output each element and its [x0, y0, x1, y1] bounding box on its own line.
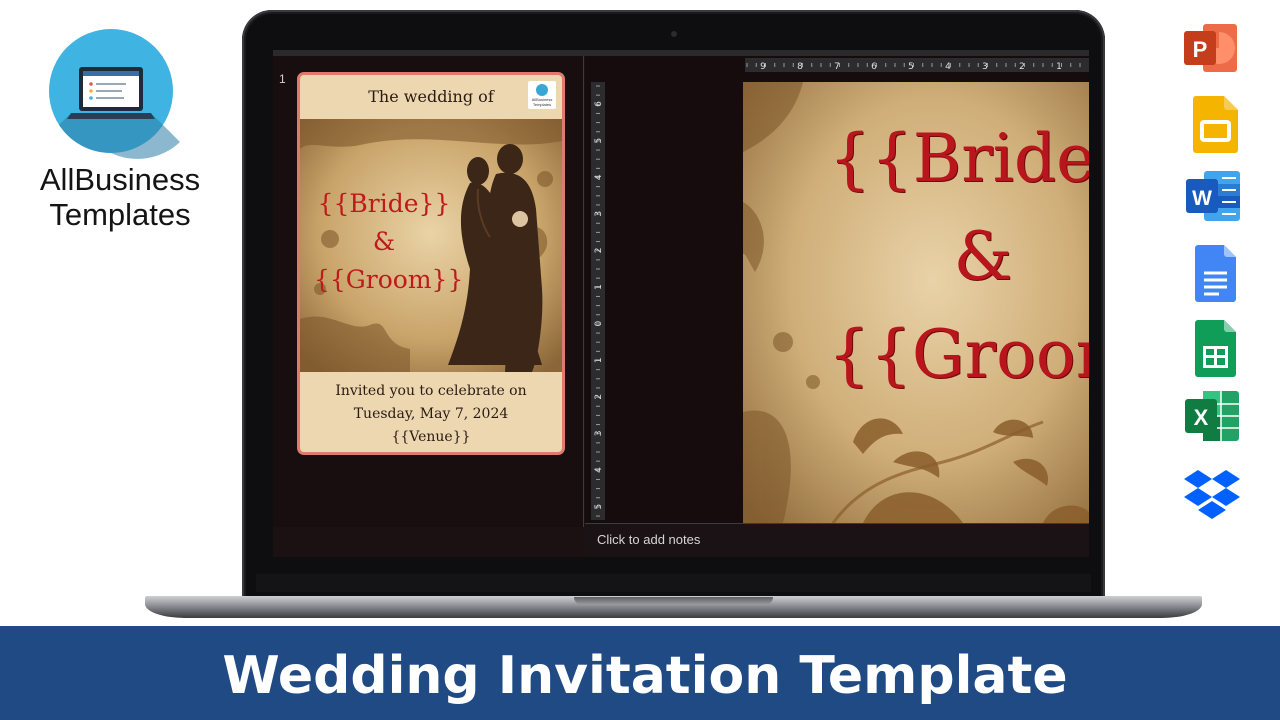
brand-name-line1: AllBusiness: [39, 162, 201, 197]
laptop-icon: [49, 29, 180, 159]
thumbnail-invite-venue: {{Venue}}: [391, 429, 471, 445]
ruler-v-label: 1: [594, 284, 604, 290]
slide-canvas[interactable]: {{Bride} & {{Groom: [743, 82, 1089, 523]
powerpoint-icon[interactable]: P: [1181, 18, 1241, 78]
slide-thumbnail[interactable]: The wedding of AllBusiness Templates {{B…: [297, 72, 565, 455]
word-letter: W: [1192, 187, 1212, 210]
ruler-v-label: 0: [594, 320, 604, 326]
laptop-bezel: [256, 574, 1091, 592]
badge-text: AllBusiness Templates: [531, 96, 553, 107]
ruler-v-label: 5: [594, 504, 604, 510]
excel-icon[interactable]: X: [1183, 386, 1243, 446]
ruler-h-label: 4: [945, 62, 951, 72]
thumbnail-ampersand: &: [372, 227, 396, 256]
allbusiness-badge: AllBusiness Templates: [528, 81, 556, 109]
dropbox-icon[interactable]: [1182, 466, 1242, 526]
ruler-v-label: 2: [594, 248, 604, 254]
ruler-v-label: 4: [594, 174, 604, 180]
laptop-screen: 1 The wedding of AllBusiness Templates {…: [273, 50, 1089, 557]
ruler-h-label: 3: [982, 62, 988, 72]
ruler-h-label: 7: [834, 62, 840, 72]
canvas-ampersand: &: [953, 218, 1013, 295]
brand-name-line2: Templates: [49, 197, 191, 232]
ruler-v-label: 3: [594, 211, 604, 217]
ruler-v-label: 1: [594, 357, 604, 363]
excel-letter: X: [1194, 405, 1209, 430]
canvas-groom: {{Groom: [827, 316, 1089, 393]
badge-logo-icon: [536, 83, 548, 96]
canvas-bride: {{Bride}: [828, 120, 1089, 197]
thumbnail-title: The wedding of: [368, 87, 494, 106]
ruler-v-label: 5: [594, 138, 604, 144]
thumbnail-invite-date: Tuesday, May 7, 2024: [353, 406, 509, 422]
canvas-couple-names[interactable]: {{Bride} & {{Groom: [773, 110, 1089, 404]
notes-pane[interactable]: Click to add notes: [585, 523, 1089, 555]
brand-name: AllBusiness Templates: [16, 162, 224, 232]
ruler-h-label: 6: [871, 62, 877, 72]
camera-icon: [671, 31, 677, 37]
vertical-ruler[interactable]: 6 5 4 3 2 1 0 1 2 3 4 5: [591, 82, 605, 520]
thumbnail-couple-names: {{Bride}} & {{Groom}}: [314, 185, 464, 299]
laptop-hinge-notch: [574, 597, 773, 605]
google-sheets-icon[interactable]: [1186, 318, 1246, 378]
slide-thumbnail-pane[interactable]: 1 The wedding of AllBusiness Templates {…: [273, 56, 584, 527]
thumbnail-invite-text: Invited you to celebrate on Tuesday, May…: [300, 380, 562, 449]
ruler-v-label: 3: [594, 431, 604, 437]
thumbnail-groom: {{Groom}}: [314, 265, 464, 294]
google-slides-icon[interactable]: [1186, 94, 1246, 154]
slide-editor[interactable]: 9 8 7 6 5 4 3 2 1 6 5 4 3 2 1 0 1 2 3 4 5 {{Bride & {{Groo: [585, 56, 1089, 523]
slide-number: 1: [279, 72, 286, 86]
ruler-h-label: 1: [1056, 62, 1062, 72]
ruler-h-label: 5: [908, 62, 914, 72]
ruler-h-label: 9: [760, 62, 766, 72]
ruler-v-label: 4: [594, 467, 604, 473]
google-docs-icon[interactable]: [1186, 243, 1246, 303]
thumbnail-invite-line1: Invited you to celebrate on: [335, 383, 527, 399]
ruler-h-label: 8: [797, 62, 803, 72]
horizontal-ruler[interactable]: 9 8 7 6 5 4 3 2 1: [745, 58, 1089, 72]
thumbnail-bride: {{Bride}}: [317, 189, 451, 218]
powerpoint-letter: P: [1193, 37, 1208, 62]
footer-banner: Wedding Invitation Template: [0, 626, 1280, 720]
word-icon[interactable]: W: [1184, 166, 1244, 226]
footer-title: Wedding Invitation Template: [222, 646, 1068, 706]
ruler-v-label: 6: [594, 101, 604, 107]
ruler-h-label: 2: [1019, 62, 1025, 72]
notes-placeholder: Click to add notes: [597, 532, 701, 547]
ruler-v-label: 2: [594, 394, 604, 400]
